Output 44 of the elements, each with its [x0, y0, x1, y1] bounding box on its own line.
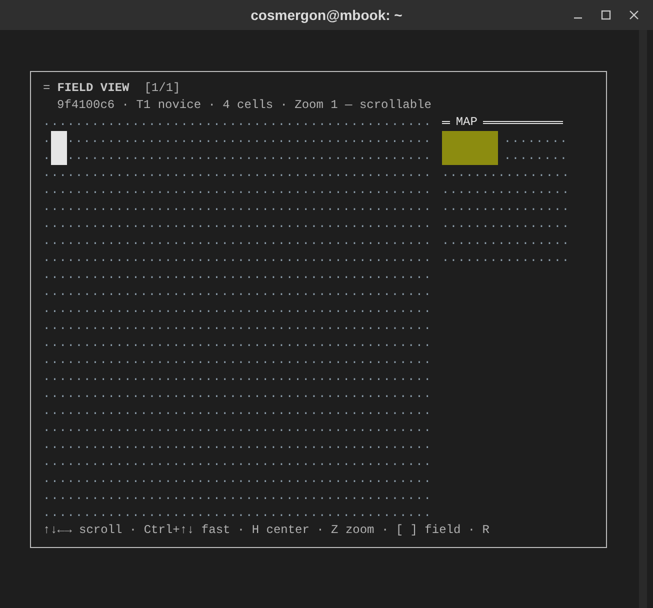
field-dots: ................................................: [43, 386, 432, 403]
field-dots: ................................................: [43, 318, 432, 335]
field-dots: ................................................: [43, 505, 432, 522]
field-dots: ................................................: [43, 284, 432, 301]
panel-subtitle: 9f4100c6 · T1 novice · 4 cells · Zoom 1 — scrollable: [57, 97, 432, 114]
field-dots: ................................................: [43, 420, 432, 437]
field-dots: ................................................: [43, 216, 432, 233]
map-dots: ................: [442, 250, 570, 267]
map-dots: ................: [442, 165, 570, 182]
field-dots: .: [43, 148, 52, 165]
key-hints: ↑↓←→ scroll · Ctrl+↑↓ fast · H center · Z zoom · [ ] field · R: [43, 522, 490, 539]
panel-title: FIELD VIEW: [57, 80, 130, 97]
field-dots: ................................................: [43, 352, 432, 369]
field-dots: ................................................: [43, 471, 432, 488]
maximize-icon[interactable]: [599, 8, 613, 22]
map-dots: ........: [504, 148, 568, 165]
field-dots: ................................................: [43, 335, 432, 352]
field-dots: ................................................: [43, 267, 432, 284]
window-title: cosmergon@mbook: ~: [250, 6, 402, 25]
page-indicator: [1/1]: [144, 80, 180, 97]
field-dots: ................................................: [43, 114, 432, 131]
map-dots: ................: [442, 216, 570, 233]
field-dots: ................................................: [43, 233, 432, 250]
field-dots: ................................................: [43, 250, 432, 267]
field-dots: ................................................: [43, 165, 432, 182]
field-dots: ................................................: [43, 369, 432, 386]
map-dots: ................: [442, 233, 570, 250]
field-dots: ................................................: [43, 182, 432, 199]
double-rule: [442, 121, 450, 124]
field-dots: .............................................: [67, 148, 432, 165]
field-dots: .: [43, 131, 52, 148]
map-dots: ................: [442, 199, 570, 216]
title-marker: =: [43, 80, 50, 97]
map-dots: ........: [504, 131, 568, 148]
field-dots: .............................................: [67, 131, 432, 148]
map-dots: ................: [442, 182, 570, 199]
field-dots: ................................................: [43, 403, 432, 420]
field-dots: ................................................: [43, 454, 432, 471]
close-icon[interactable]: [627, 8, 641, 22]
field-dots: ................................................: [43, 488, 432, 505]
map-title: MAP: [456, 114, 478, 131]
field-dots: ................................................: [43, 199, 432, 216]
field-dots: ................................................: [43, 301, 432, 318]
field-dots: ................................................: [43, 437, 432, 454]
